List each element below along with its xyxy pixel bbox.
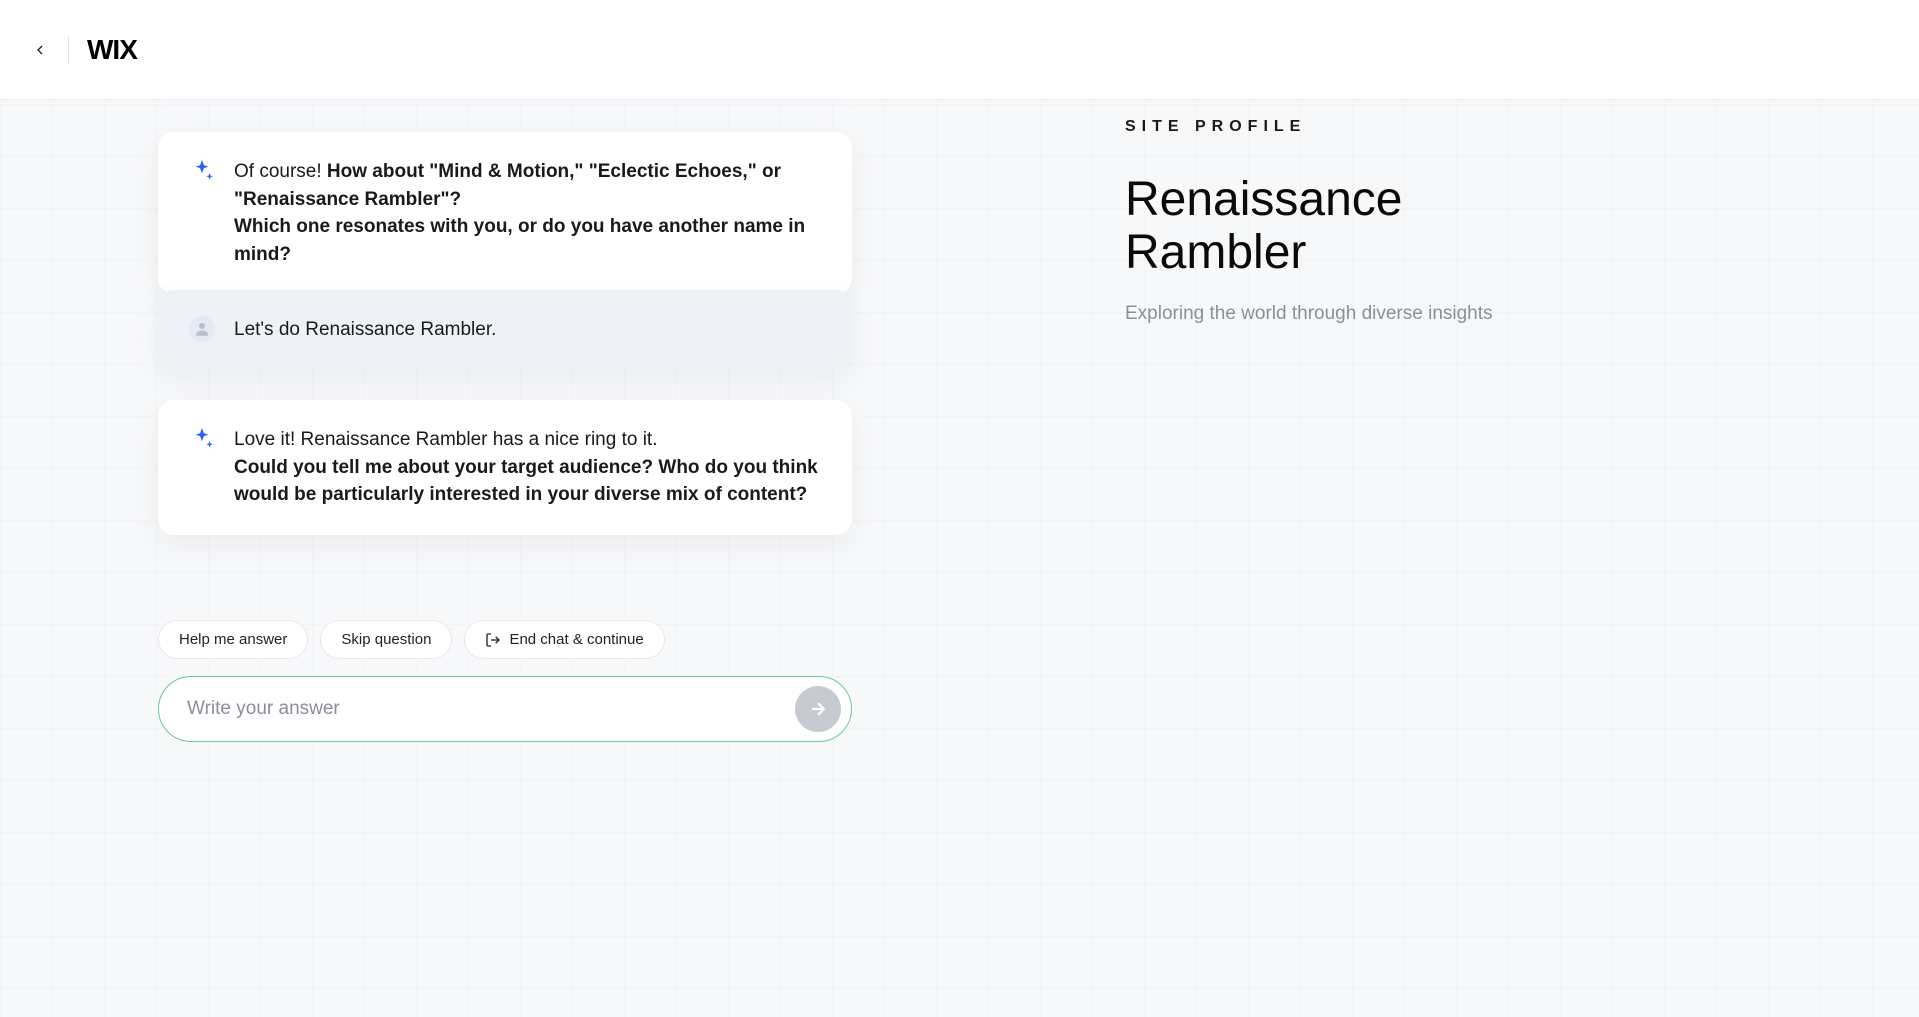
site-profile-tagline: Exploring the world through diverse insi… [1125,300,1545,329]
ai-message-1-body: Of course! How about "Mind & Motion," "E… [234,158,822,268]
user-message-1: Let's do Renaissance Rambler. [158,290,852,370]
ai1-intro: Of course! [234,161,327,182]
ai2-intro: Love it! Renaissance Rambler has a nice … [234,429,658,450]
answer-input-wrap [158,676,852,742]
help-me-answer-chip[interactable]: Help me answer [158,620,308,659]
site-profile-title: Renaissance Rambler [1125,174,1545,280]
user-avatar-icon [189,316,215,342]
ai1-bold2: Which one resonates with you, or do you … [234,216,805,265]
send-button[interactable] [795,686,841,732]
ai-message-2-body: Love it! Renaissance Rambler has a nice … [234,426,822,509]
site-profile-panel: SITE PROFILE Renaissance Rambler Explori… [1125,118,1545,328]
ai2-bold: Could you tell me about your target audi… [234,457,818,506]
skip-question-chip[interactable]: Skip question [320,620,452,659]
header-divider [68,36,69,64]
site-profile-label: SITE PROFILE [1125,118,1545,136]
wix-logo: WIX [87,34,137,66]
end-chat-chip-label: End chat & continue [509,631,643,648]
ai-message-2: Love it! Renaissance Rambler has a nice … [158,400,852,535]
quick-action-chips: Help me answer Skip question End chat & … [158,620,665,659]
answer-input[interactable] [187,698,795,720]
exit-icon [485,632,501,648]
sparkle-icon [189,426,215,457]
back-button[interactable] [24,34,56,66]
user-message-1-body: Let's do Renaissance Rambler. [234,316,496,344]
end-chat-chip[interactable]: End chat & continue [464,620,664,659]
sparkle-icon [189,158,215,189]
chevron-left-icon [32,42,48,58]
top-header: WIX [0,0,1919,100]
ai-message-1: Of course! How about "Mind & Motion," "E… [158,132,852,294]
arrow-right-icon [808,699,828,719]
